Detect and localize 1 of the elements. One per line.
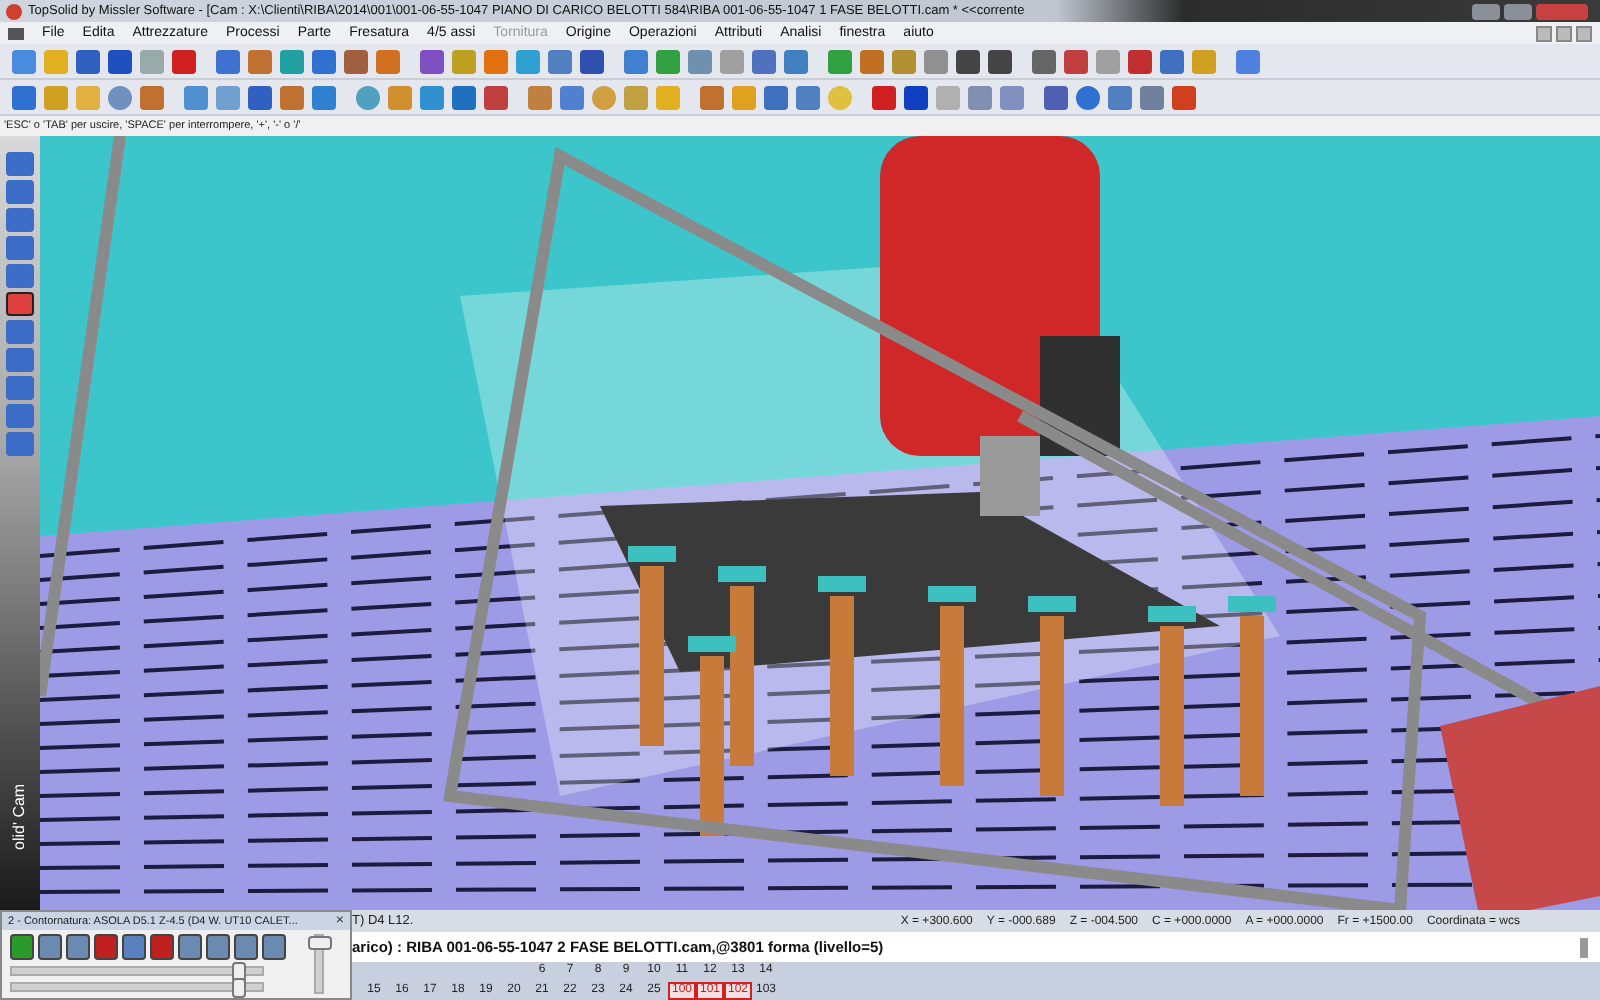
side-label: olid' Cam <box>10 783 28 850</box>
